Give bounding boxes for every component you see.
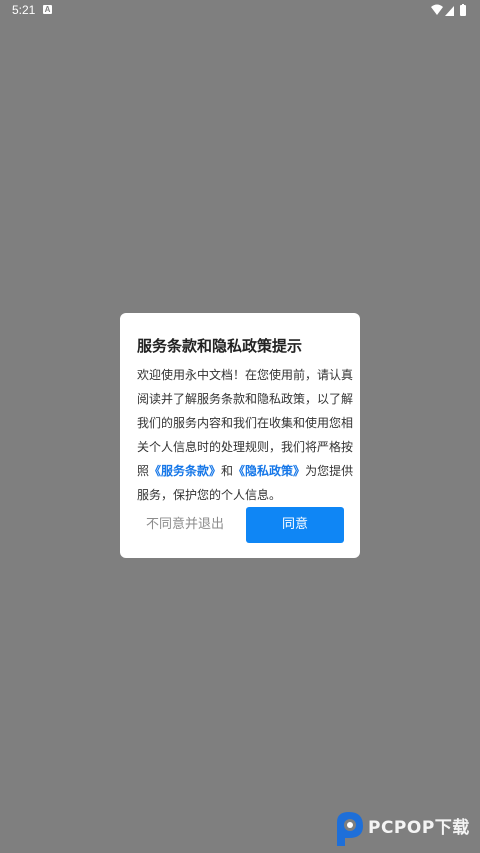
body-line-5-prefix: 照 [137, 464, 150, 478]
body-line-6: 服务，保护您的个人信息。 [137, 488, 282, 502]
watermark: PCPOP下载 [330, 806, 480, 853]
battery-icon [460, 4, 466, 16]
dialog-body: 欢迎使用永中文档！在您使用前，请认真 阅读并了解服务条款和隐私政策，以了解 我们… [137, 363, 354, 507]
body-line-5-middle: 和 [221, 464, 234, 478]
status-icons [430, 3, 470, 19]
body-line-4: 关个人信息时的处理规则，我们将严格按 [137, 440, 354, 454]
body-line-5: 照《服务条款》和《隐私政策》为您提供 [137, 459, 353, 483]
cellular-signal-icon [445, 6, 454, 16]
dialog-title: 服务条款和隐私政策提示 [137, 337, 303, 355]
terms-link[interactable]: 《服务条款》 [149, 464, 221, 478]
privacy-dialog: 服务条款和隐私政策提示 欢迎使用永中文档！在您使用前，请认真 阅读并了解服务条款… [120, 313, 360, 558]
body-line-5-suffix: 为您提供 [305, 464, 354, 478]
decline-exit-button[interactable]: 不同意并退出 [137, 507, 233, 543]
body-line-2: 阅读并了解服务条款和隐私政策，以了解 [137, 392, 354, 406]
privacy-link[interactable]: 《隐私政策》 [233, 464, 305, 478]
status-bar: 5:21 A [0, 0, 480, 22]
text-a-icon: A [43, 5, 52, 14]
agree-button[interactable]: 同意 [246, 507, 344, 543]
pcpop-logo-icon [337, 812, 363, 846]
status-time: 5:21 [12, 3, 36, 17]
watermark-text: PCPOP下载 [368, 818, 470, 838]
wifi-icon [431, 4, 443, 15]
body-line-1: 欢迎使用永中文档！在您使用前，请认真 [137, 368, 354, 382]
body-line-3: 我们的服务内容和我们在收集和使用您相 [137, 416, 354, 430]
